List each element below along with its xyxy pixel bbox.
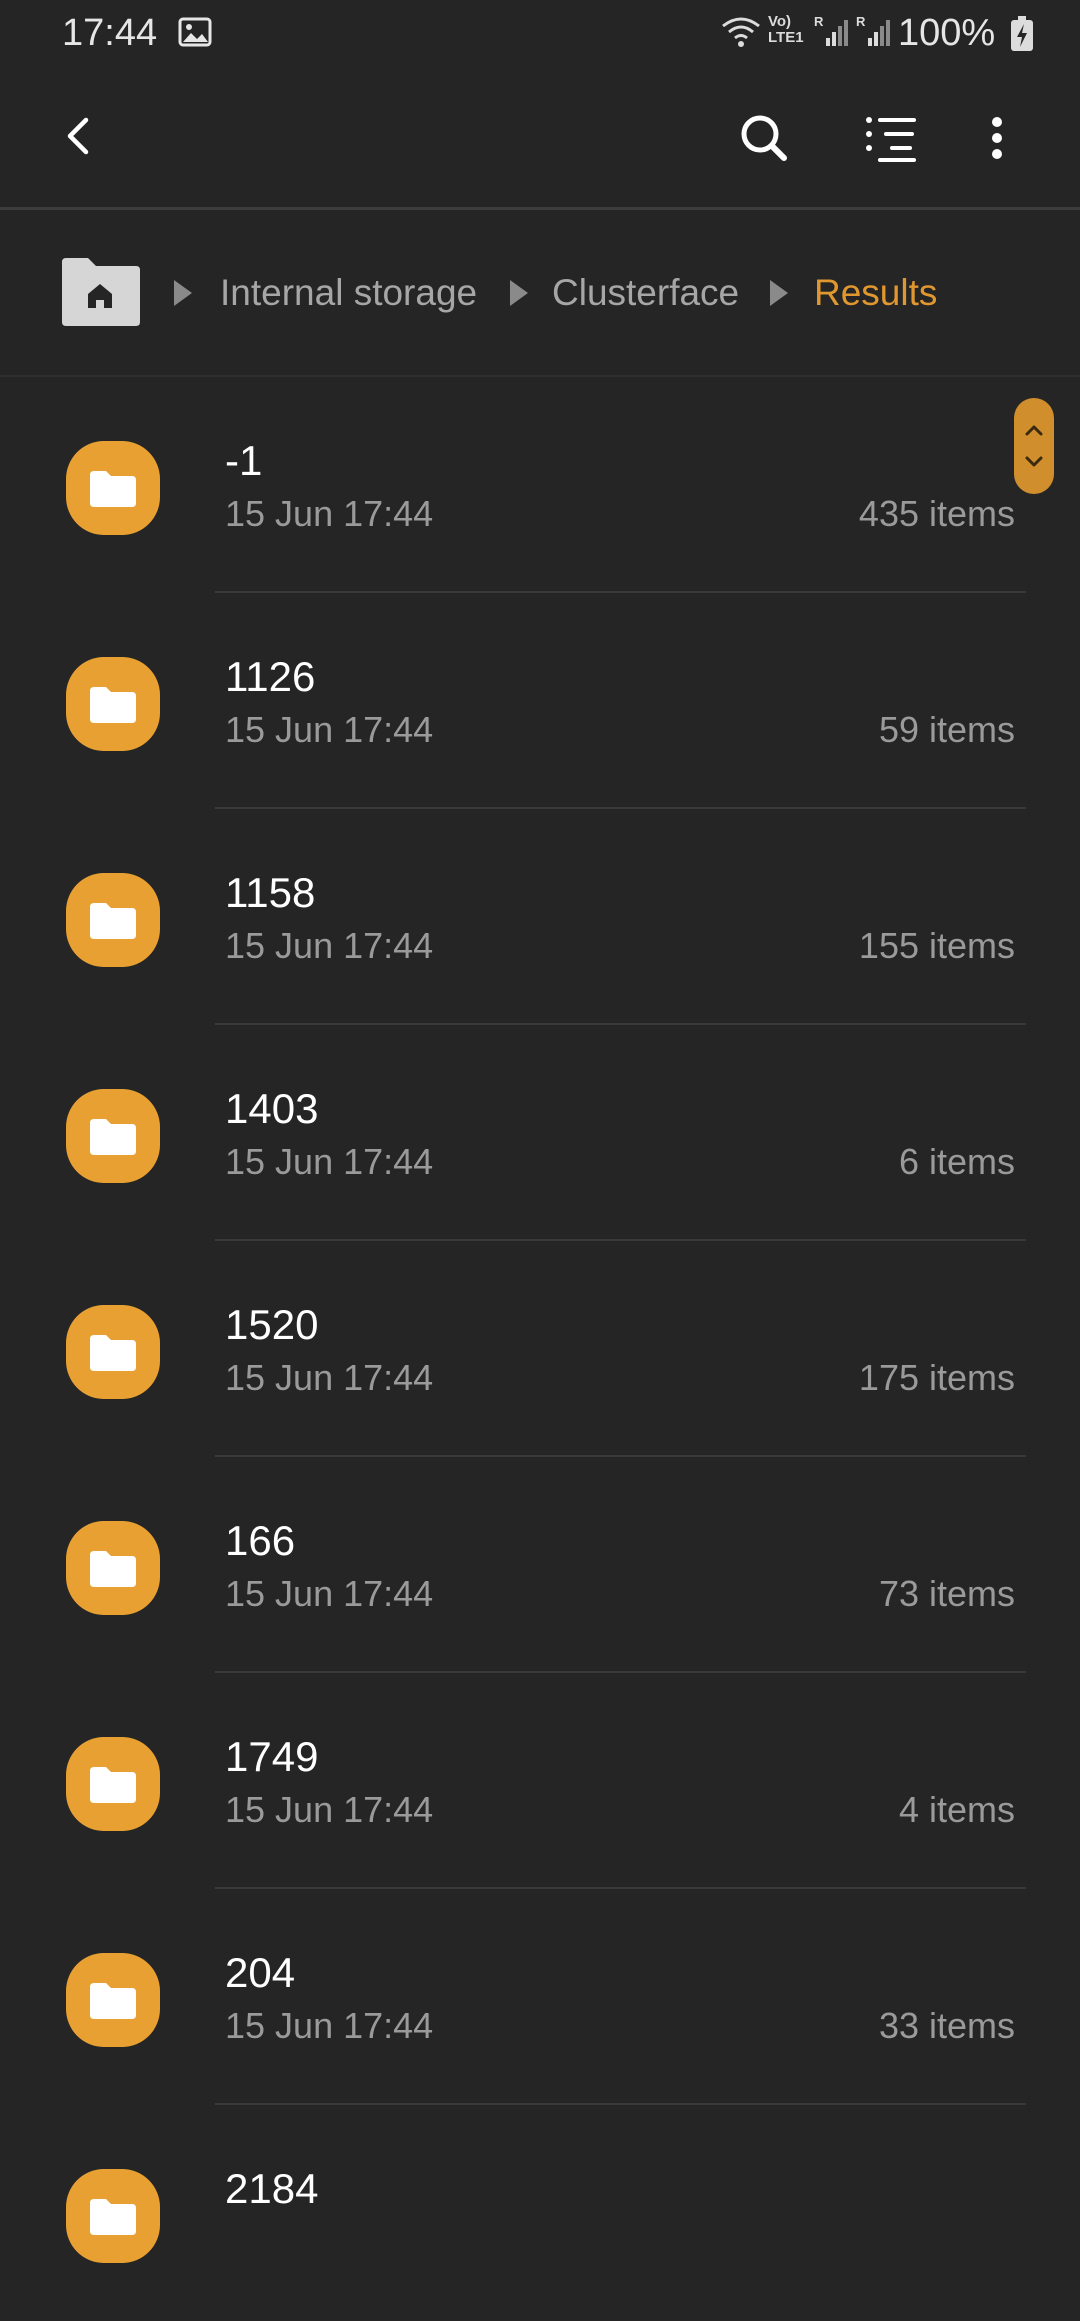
- breadcrumb-separator-icon: [768, 278, 790, 308]
- scroll-arrows-icon: [1025, 425, 1043, 467]
- folder-row[interactable]: 204 15 Jun 17:44 33 items: [0, 1889, 1080, 2105]
- battery-percent: 100%: [898, 12, 996, 54]
- wifi-icon: [720, 14, 762, 55]
- folder-icon: [66, 2169, 160, 2263]
- folder-date: 15 Jun 17:44: [225, 1141, 434, 1182]
- folder-icon: [66, 657, 160, 751]
- breadcrumb-item-results[interactable]: Results: [814, 272, 937, 314]
- folder-row[interactable]: 166 15 Jun 17:44 73 items: [0, 1457, 1080, 1673]
- status-bar: 17:44 Vo) LTE1 R R 100%: [0, 0, 1080, 66]
- folder-date: 15 Jun 17:44: [225, 925, 434, 966]
- roaming-label: R: [856, 14, 866, 29]
- folder-icon: [66, 441, 160, 535]
- fast-scroll-handle[interactable]: [1014, 398, 1054, 494]
- folder-row[interactable]: 1126 15 Jun 17:44 59 items: [0, 593, 1080, 809]
- signal-icon: R: [812, 14, 850, 55]
- folder-icon: [66, 1521, 160, 1615]
- folder-row[interactable]: 2184: [0, 2105, 1080, 2321]
- folder-name: -1: [225, 437, 263, 484]
- breadcrumb-separator-icon: [172, 278, 194, 308]
- folder-name: 1520: [225, 1301, 319, 1348]
- signal-icon: R: [854, 14, 892, 55]
- folder-icon: [66, 1305, 160, 1399]
- folder-item-count: 155 items: [858, 925, 1015, 966]
- sort-icon[interactable]: [862, 108, 922, 168]
- breadcrumb-separator-icon: [508, 278, 530, 308]
- folder-row[interactable]: 1158 15 Jun 17:44 155 items: [0, 809, 1080, 1025]
- breadcrumb-item-internal-storage[interactable]: Internal storage: [220, 272, 477, 314]
- folder-name: 166: [225, 1517, 296, 1564]
- volte-indicator: Vo) LTE1: [768, 14, 804, 46]
- folder-date: 15 Jun 17:44: [225, 1573, 434, 1614]
- folder-name: 1749: [225, 1733, 319, 1780]
- back-icon[interactable]: [52, 106, 112, 166]
- folder-item-count: 435 items: [858, 493, 1015, 534]
- folder-item-count: 4 items: [898, 1789, 1015, 1830]
- folder-item-count: 59 items: [878, 709, 1015, 750]
- breadcrumb-item-clusterface[interactable]: Clusterface: [552, 272, 739, 314]
- folder-row[interactable]: 1403 15 Jun 17:44 6 items: [0, 1025, 1080, 1241]
- folder-date: 15 Jun 17:44: [225, 1789, 434, 1830]
- roaming-label: R: [814, 14, 824, 29]
- folder-date: 15 Jun 17:44: [225, 2005, 434, 2046]
- folder-icon: [66, 1089, 160, 1183]
- more-options-icon[interactable]: [972, 108, 1022, 168]
- folder-name: 204: [225, 1949, 296, 1996]
- folder-date: 15 Jun 17:44: [225, 493, 434, 534]
- folder-date: 15 Jun 17:44: [225, 1357, 434, 1398]
- app-bar: [0, 66, 1080, 208]
- folder-name: 1403: [225, 1085, 319, 1132]
- home-folder-icon[interactable]: [58, 256, 142, 330]
- folder-name: 1126: [225, 653, 316, 700]
- folder-item-count: 73 items: [878, 1573, 1015, 1614]
- status-time: 17:44: [62, 12, 158, 54]
- folder-name: 2184: [225, 2165, 319, 2212]
- folder-date: 15 Jun 17:44: [225, 709, 434, 750]
- folder-icon: [66, 1737, 160, 1831]
- folder-row[interactable]: -1 15 Jun 17:44 435 items: [0, 377, 1080, 593]
- folder-item-count: 6 items: [898, 1141, 1015, 1182]
- folder-row[interactable]: 1520 15 Jun 17:44 175 items: [0, 1241, 1080, 1457]
- battery-charging-icon: [1010, 16, 1034, 57]
- folder-icon: [66, 1953, 160, 2047]
- lte-label: LTE1: [768, 29, 804, 46]
- breadcrumb: Internal storage Clusterface Results: [0, 210, 1080, 375]
- folder-item-count: 175 items: [858, 1357, 1015, 1398]
- folder-item-count: 33 items: [878, 2005, 1015, 2046]
- volte-label: Vo): [768, 13, 792, 30]
- search-icon[interactable]: [734, 108, 794, 168]
- gallery-icon: [178, 17, 212, 52]
- folder-row[interactable]: 1749 15 Jun 17:44 4 items: [0, 1673, 1080, 1889]
- folder-name: 1158: [225, 869, 316, 916]
- folder-icon: [66, 873, 160, 967]
